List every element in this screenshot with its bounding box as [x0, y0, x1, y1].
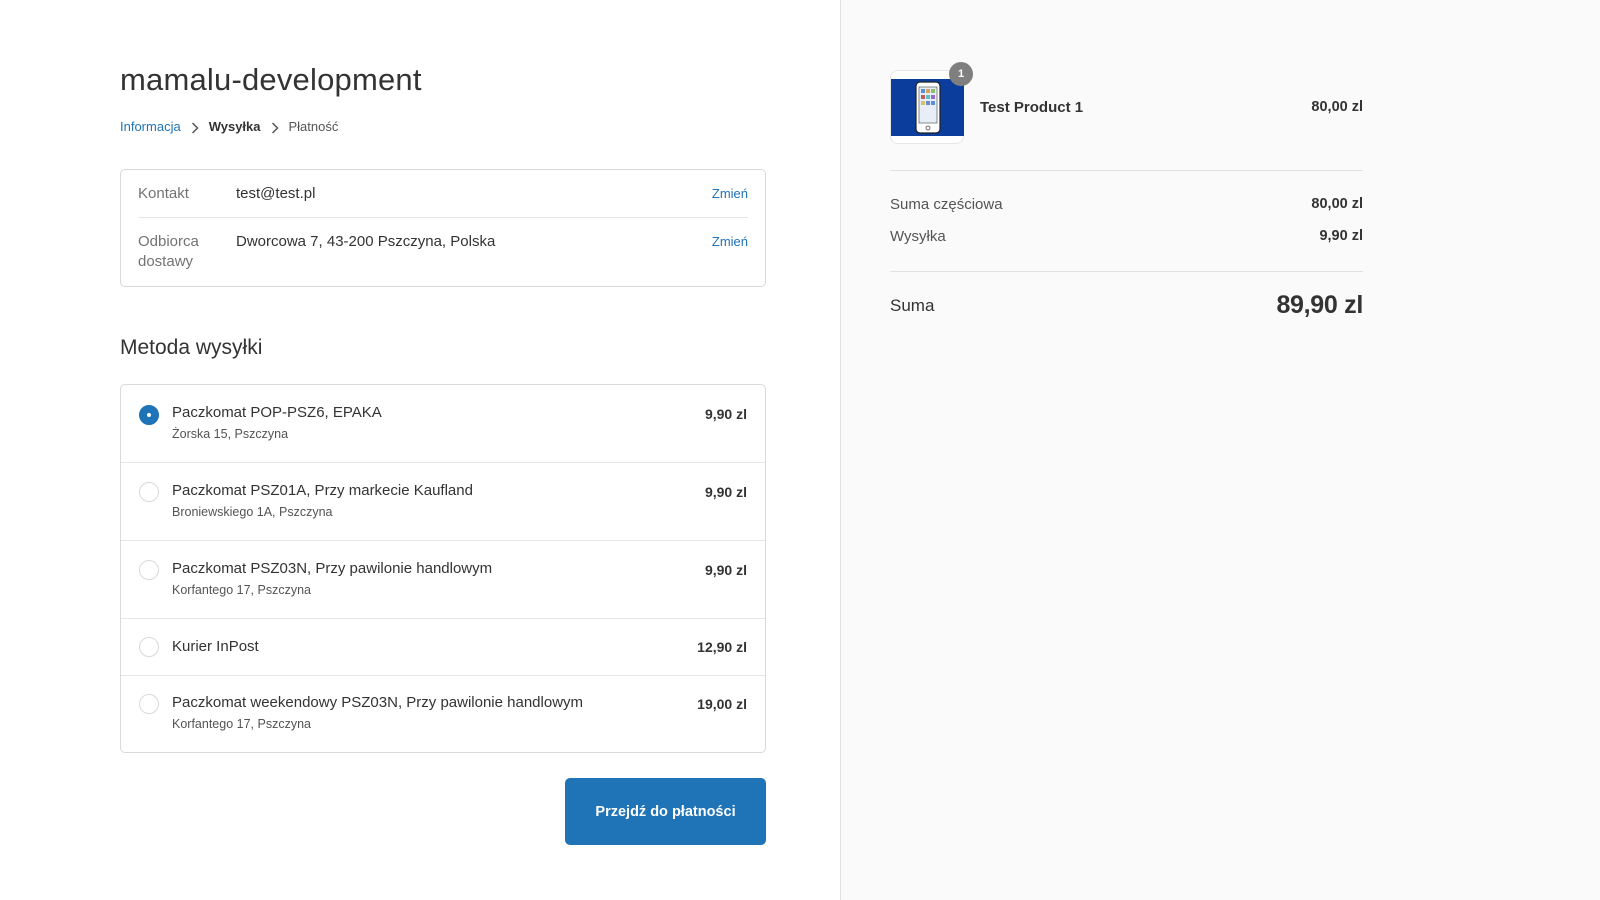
product-price: 80,00 zl [1311, 99, 1363, 115]
product-name: Test Product 1 [980, 99, 1084, 116]
radio-button[interactable] [139, 482, 159, 502]
total-row: Suma 89,90 zl [890, 291, 1363, 320]
subtotal-row: Suma częściowa 80,00 zl [890, 196, 1363, 213]
shipping-method-option[interactable]: Paczkomat PSZ03N, Przy pawilonie handlow… [121, 541, 765, 619]
shipping-method-title: Metoda wysyłki [120, 336, 263, 359]
summary-divider [890, 271, 1363, 272]
method-name: Paczkomat POP-PSZ6, EPAKA [172, 404, 382, 421]
total-label: Suma [890, 295, 935, 315]
radio-button-checked[interactable] [139, 405, 159, 425]
ship-to-label: Odbiorca dostawy [138, 233, 199, 270]
review-contact-row: Kontakt test@test.pl Zmień [138, 170, 748, 218]
checkout-main: mamalu-development Informacja Wysyłka Pł… [0, 0, 840, 900]
shipping-cost-value: 9,90 zl [1319, 228, 1363, 244]
subtotal-value: 80,00 zl [1311, 196, 1363, 212]
total-value: 89,90 zl [1276, 291, 1363, 319]
contact-label: Kontakt [138, 184, 189, 202]
breadcrumb-shipping: Wysyłka [208, 119, 261, 134]
radio-button[interactable] [139, 560, 159, 580]
method-price: 19,00 zl [697, 696, 747, 712]
shipping-method-option[interactable]: Paczkomat weekendowy PSZ03N, Przy pawilo… [121, 676, 765, 752]
breadcrumb: Informacja Wysyłka Płatność [120, 119, 338, 134]
chevron-right-icon [261, 119, 289, 134]
review-block: Kontakt test@test.pl Zmień Odbiorca dost… [120, 169, 766, 287]
review-shipping-row: Odbiorca dostawy Dworcowa 7, 43-200 Pszc… [138, 218, 748, 288]
store-title[interactable]: mamalu-development [120, 62, 422, 98]
radio-button[interactable] [139, 694, 159, 714]
method-name: Kurier InPost [172, 638, 259, 655]
change-contact-link[interactable]: Zmień [712, 184, 748, 204]
method-price: 12,90 zl [697, 639, 747, 655]
contact-value: test@test.pl [236, 184, 316, 202]
shipping-method-option[interactable]: Paczkomat PSZ01A, Przy markecie Kaufland… [121, 463, 765, 541]
smartphone-icon [891, 79, 964, 136]
subtotal-label: Suma częściowa [890, 196, 1003, 213]
breadcrumb-information[interactable]: Informacja [120, 119, 181, 134]
method-address: Broniewskiego 1A, Pszczyna [172, 505, 333, 519]
radio-button[interactable] [139, 637, 159, 657]
method-price: 9,90 zl [704, 406, 747, 422]
shipping-methods-list: Paczkomat POP-PSZ6, EPAKA Żorska 15, Psz… [120, 384, 766, 753]
method-name: Paczkomat PSZ03N, Przy pawilonie handlow… [172, 560, 493, 577]
shipping-method-option[interactable]: Paczkomat POP-PSZ6, EPAKA Żorska 15, Psz… [121, 385, 765, 463]
method-price: 9,90 zl [704, 562, 747, 578]
breadcrumb-payment: Płatność [288, 119, 339, 134]
chevron-right-icon [181, 119, 209, 134]
ship-to-value: Dworcowa 7, 43-200 Pszczyna, Polska [236, 233, 496, 250]
shipping-method-option[interactable]: Kurier InPost 12,90 zl [121, 619, 765, 676]
method-address: Korfantego 17, Pszczyna [172, 717, 311, 731]
method-address: Żorska 15, Pszczyna [172, 427, 289, 441]
method-address: Korfantego 17, Pszczyna [172, 583, 311, 597]
change-address-link[interactable]: Zmień [712, 232, 748, 288]
shipping-cost-label: Wysyłka [890, 228, 946, 245]
summary-divider [890, 170, 1363, 171]
method-name: Paczkomat PSZ01A, Przy markecie Kaufland [172, 482, 473, 499]
quantity-badge: 1 [949, 62, 973, 86]
continue-to-payment-button[interactable]: Przejdź do płatności [565, 778, 766, 845]
shipping-cost-row: Wysyłka 9,90 zl [890, 228, 1363, 245]
method-price: 9,90 zl [704, 484, 747, 500]
method-name: Paczkomat weekendowy PSZ03N, Przy pawilo… [172, 694, 584, 711]
